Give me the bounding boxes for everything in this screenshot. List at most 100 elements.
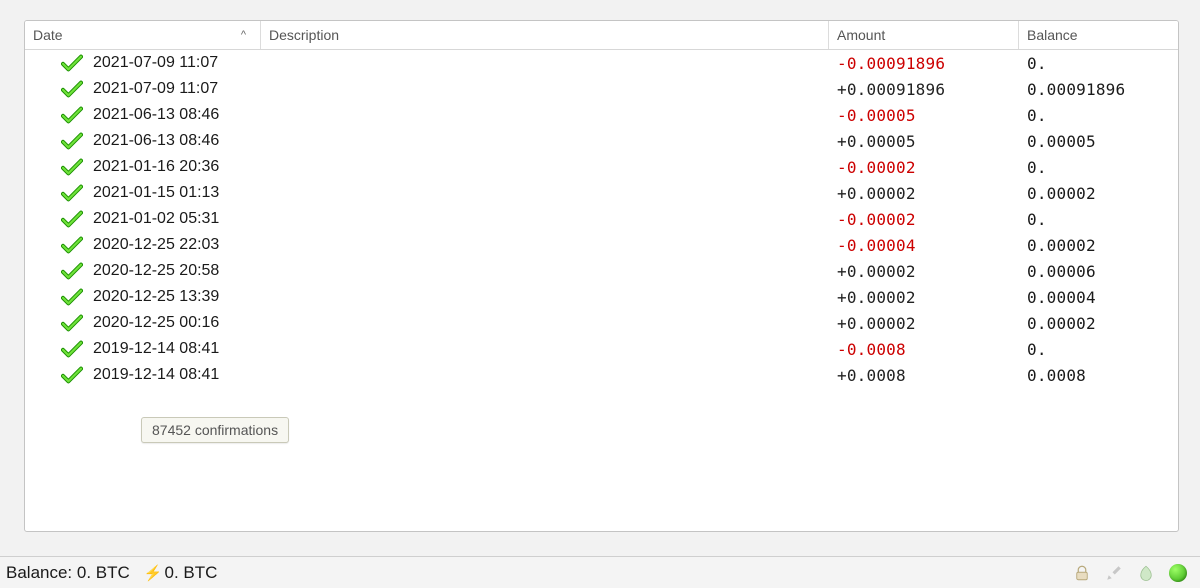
table-row[interactable]: 2019-12-14 08:41 +0.00080.0008 (25, 362, 1178, 388)
cell-amount: -0.0008 (829, 340, 1019, 359)
tools-icon[interactable] (1104, 563, 1124, 583)
cell-date: 2020-12-25 20:58 (25, 262, 261, 280)
column-label: Balance (1027, 27, 1078, 43)
table-row[interactable]: 2020-12-25 13:39 +0.000020.00004 (25, 284, 1178, 310)
table-row[interactable]: 2021-07-09 11:07 -0.000918960. (25, 50, 1178, 76)
lightning-icon: ⚡ (144, 565, 163, 582)
cell-date: 2021-06-13 08:46 (25, 106, 261, 124)
date-text: 2019-12-14 08:41 (93, 366, 219, 384)
status-right (1072, 563, 1200, 583)
table-row[interactable]: 2021-06-13 08:46 -0.000050. (25, 102, 1178, 128)
balance-label: Balance: (6, 563, 72, 582)
table-row[interactable]: 2021-06-13 08:46 +0.000050.00005 (25, 128, 1178, 154)
date-text: 2020-12-25 20:58 (93, 262, 219, 280)
cell-balance: 0.00006 (1019, 262, 1178, 281)
date-text: 2020-12-25 22:03 (93, 236, 219, 254)
cell-balance: 0.00005 (1019, 132, 1178, 151)
cell-balance: 0.00004 (1019, 288, 1178, 307)
column-header-date[interactable]: Date ^ (25, 21, 261, 49)
cell-amount: -0.00004 (829, 236, 1019, 255)
table-header: Date ^ Description Amount Balance (25, 21, 1178, 50)
confirmed-check-icon (61, 210, 83, 228)
seed-icon[interactable] (1136, 563, 1156, 583)
network-status-icon[interactable] (1168, 563, 1188, 583)
cell-date: 2020-12-25 00:16 (25, 314, 261, 332)
cell-date: 2021-01-02 05:31 (25, 210, 261, 228)
cell-amount: -0.00002 (829, 210, 1019, 229)
cell-date: 2021-01-16 20:36 (25, 158, 261, 176)
cell-balance: 0. (1019, 54, 1178, 73)
confirmed-check-icon (61, 132, 83, 150)
cell-amount: +0.00002 (829, 262, 1019, 281)
table-row[interactable]: 2021-01-15 01:13 +0.000020.00002 (25, 180, 1178, 206)
cell-date: 2019-12-14 08:41 (25, 366, 261, 384)
confirmed-check-icon (61, 184, 83, 202)
date-text: 2019-12-14 08:41 (93, 340, 219, 358)
confirmed-check-icon (61, 262, 83, 280)
cell-amount: -0.00091896 (829, 54, 1019, 73)
date-text: 2020-12-25 00:16 (93, 314, 219, 332)
date-text: 2021-06-13 08:46 (93, 106, 219, 124)
balance-display: Balance: 0. BTC (6, 563, 130, 583)
cell-date: 2021-07-09 11:07 (25, 80, 261, 98)
date-text: 2021-01-15 01:13 (93, 184, 219, 202)
cell-amount: +0.00091896 (829, 80, 1019, 99)
cell-amount: +0.00002 (829, 184, 1019, 203)
confirmed-check-icon (61, 158, 83, 176)
status-left: Balance: 0. BTC ⚡0. BTC (0, 563, 217, 583)
cell-balance: 0.00002 (1019, 314, 1178, 333)
table-row[interactable]: 2020-12-25 22:03 -0.000040.00002 (25, 232, 1178, 258)
confirmed-check-icon (61, 340, 83, 358)
cell-date: 2021-06-13 08:46 (25, 132, 261, 150)
cell-balance: 0. (1019, 106, 1178, 125)
lightning-balance: ⚡0. BTC (144, 563, 218, 583)
column-header-balance[interactable]: Balance (1019, 21, 1178, 49)
transaction-list: 2021-07-09 11:07-0.000918960.2021-07-09 … (25, 50, 1178, 388)
confirmed-check-icon (61, 288, 83, 306)
lightning-value: 0. BTC (165, 563, 218, 582)
column-label: Description (269, 27, 339, 43)
cell-amount: +0.00005 (829, 132, 1019, 151)
lock-icon[interactable] (1072, 563, 1092, 583)
cell-amount: -0.00002 (829, 158, 1019, 177)
date-text: 2020-12-25 13:39 (93, 288, 219, 306)
cell-date: 2020-12-25 13:39 (25, 288, 261, 306)
table-row[interactable]: 2020-12-25 20:58 +0.000020.00006 (25, 258, 1178, 284)
cell-amount: -0.00005 (829, 106, 1019, 125)
date-text: 2021-07-09 11:07 (93, 54, 218, 72)
confirmed-check-icon (61, 314, 83, 332)
table-row[interactable]: 2020-12-25 00:16+0.000020.00002 (25, 310, 1178, 336)
date-text: 2021-01-02 05:31 (93, 210, 219, 228)
sort-ascending-icon: ^ (241, 29, 252, 41)
balance-value: 0. BTC (77, 563, 130, 582)
cell-balance: 0.00091896 (1019, 80, 1178, 99)
table-row[interactable]: 2021-01-16 20:36 -0.000020. (25, 154, 1178, 180)
confirmed-check-icon (61, 236, 83, 254)
cell-balance: 0.0008 (1019, 366, 1178, 385)
column-header-amount[interactable]: Amount (829, 21, 1019, 49)
date-text: 2021-07-09 11:07 (93, 80, 218, 98)
cell-amount: +0.0008 (829, 366, 1019, 385)
status-bar: Balance: 0. BTC ⚡0. BTC (0, 556, 1200, 588)
tooltip-text: 87452 confirmations (152, 422, 278, 438)
cell-balance: 0. (1019, 340, 1178, 359)
cell-balance: 0.00002 (1019, 236, 1178, 255)
cell-date: 2021-01-15 01:13 (25, 184, 261, 202)
cell-date: 2019-12-14 08:41 (25, 340, 261, 358)
table-row[interactable]: 2021-07-09 11:07 +0.000918960.00091896 (25, 76, 1178, 102)
column-header-description[interactable]: Description (261, 21, 829, 49)
date-text: 2021-06-13 08:46 (93, 132, 219, 150)
confirmed-check-icon (61, 80, 83, 98)
history-panel: Date ^ Description Amount Balance 2021-0… (24, 20, 1179, 532)
cell-balance: 0.00002 (1019, 184, 1178, 203)
table-row[interactable]: 2021-01-02 05:31-0.000020. (25, 206, 1178, 232)
confirmed-check-icon (61, 366, 83, 384)
table-row[interactable]: 2019-12-14 08:41 -0.00080. (25, 336, 1178, 362)
cell-date: 2021-07-09 11:07 (25, 54, 261, 72)
confirmations-tooltip: 87452 confirmations (141, 417, 289, 443)
cell-balance: 0. (1019, 158, 1178, 177)
confirmed-check-icon (61, 106, 83, 124)
cell-date: 2020-12-25 22:03 (25, 236, 261, 254)
column-label: Date (33, 27, 63, 43)
cell-amount: +0.00002 (829, 288, 1019, 307)
